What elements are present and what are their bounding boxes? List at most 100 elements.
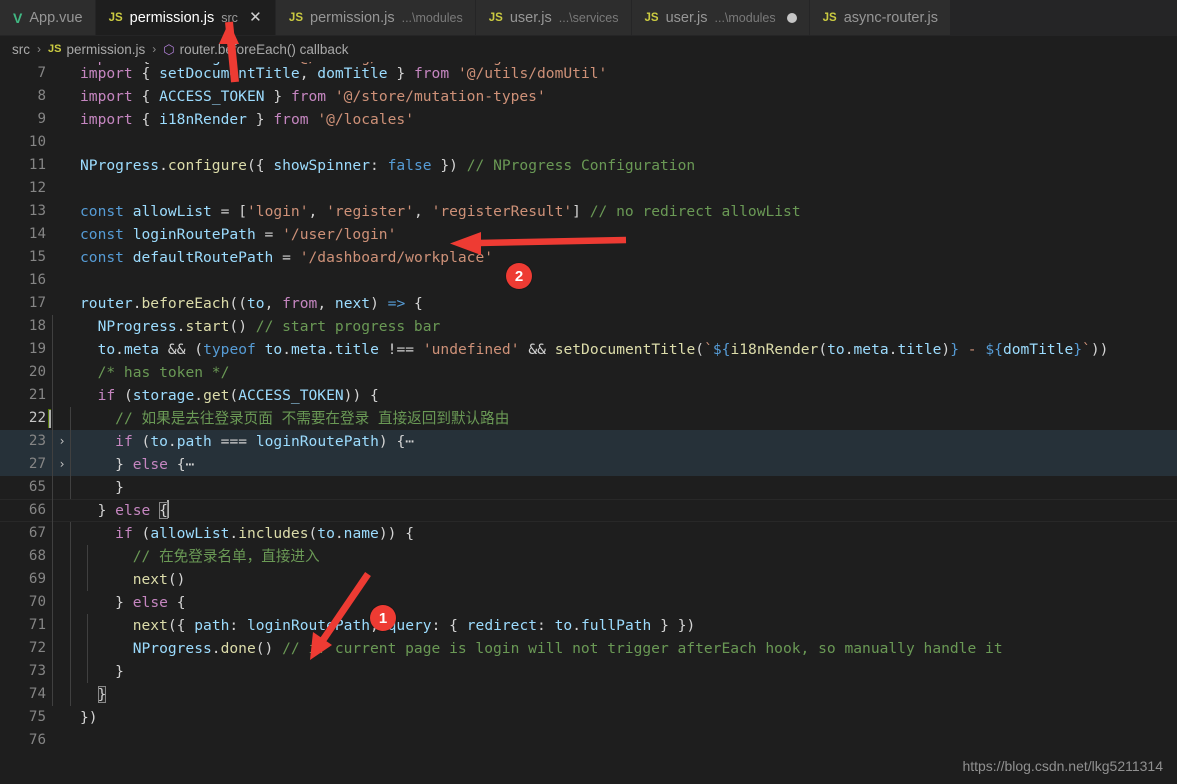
code-line-text: })	[80, 709, 98, 726]
code-line-text: }	[52, 683, 1177, 706]
editor-tab-permission-js-1[interactable]: JS permission.js src ✕	[95, 0, 276, 35]
code-line-9[interactable]: 9 import { i18nRender } from '@/locales'	[0, 108, 1177, 131]
code-line-text: next()	[52, 568, 1177, 591]
code-line-text: const defaultRoutePath = '/dashboard/wor…	[80, 249, 494, 266]
indent-guide	[52, 476, 53, 499]
line-number: 73	[28, 663, 46, 679]
javascript-icon: JS	[108, 11, 123, 24]
tab-label: permission.js	[310, 9, 395, 26]
breadcrumb-item[interactable]: router.beforeEach() callback	[180, 42, 349, 57]
code-line-16[interactable]: 16	[0, 269, 1177, 292]
code-line-73[interactable]: 73 }	[0, 660, 1177, 683]
javascript-icon: JS	[644, 11, 659, 24]
annotation-badge-1: 1	[370, 605, 396, 631]
code-line-72[interactable]: 72 NProgress.done() // if current page i…	[0, 637, 1177, 660]
indent-guide	[52, 384, 53, 407]
indent-guide	[52, 499, 53, 522]
code-line-7[interactable]: 7 import { setDocumentTitle, domTitle } f…	[0, 62, 1177, 85]
code-line-21[interactable]: 21 if (storage.get(ACCESS_TOKEN)) {	[0, 384, 1177, 407]
line-number: 14	[28, 226, 46, 242]
indent-guide	[52, 568, 53, 591]
indent-guide	[69, 453, 71, 476]
line-number: 68	[28, 548, 46, 564]
line-number: 13	[28, 203, 46, 219]
code-line-text: import { i18nRender } from '@/locales'	[80, 111, 414, 128]
code-line-text: // 如果是去往登录页面 不需要在登录 直接返回到默认路由	[49, 407, 1177, 430]
indent-guide	[69, 591, 71, 614]
breadcrumb-item[interactable]: permission.js	[66, 42, 145, 57]
line-number: 9	[37, 111, 46, 127]
indent-guide	[87, 568, 89, 591]
code-line-15[interactable]: 15 const defaultRoutePath = '/dashboard/w…	[0, 246, 1177, 269]
javascript-icon: JS	[48, 43, 62, 55]
indent-guide	[52, 407, 53, 430]
editor-tab-permission-js-2[interactable]: JS permission.js ...\modules	[275, 0, 476, 35]
line-number: 66	[28, 502, 46, 518]
tab-description: ...\services	[558, 10, 619, 25]
code-line-74[interactable]: 74 }	[0, 683, 1177, 706]
code-line-70[interactable]: 70 } else {	[0, 591, 1177, 614]
code-line-text	[52, 177, 1177, 200]
code-line-66[interactable]: 66 } else {	[0, 499, 1177, 522]
code-line-13[interactable]: 13 const allowList = ['login', 'register'…	[0, 200, 1177, 223]
code-lines-container[interactable]: 7 import { setDocumentTitle, domTitle } f…	[0, 62, 1177, 752]
code-line-22[interactable]: 22 // 如果是去往登录页面 不需要在登录 直接返回到默认路由	[0, 407, 1177, 430]
code-line-69[interactable]: 69 next()	[0, 568, 1177, 591]
line-number: 69	[28, 571, 46, 587]
indent-guide	[52, 660, 53, 683]
code-line-75[interactable]: 75})	[0, 706, 1177, 729]
editor-tab-async-router-js-5[interactable]: JS async-router.js	[809, 0, 952, 35]
code-line-text: NProgress.configure({ showSpinner: false…	[80, 157, 696, 174]
code-line-text: } else {⋯	[52, 453, 1177, 476]
code-line-text: import { ACCESS_TOKEN } from '@/store/mu…	[80, 88, 546, 105]
code-line-10[interactable]: 10	[0, 131, 1177, 154]
code-line-text	[52, 131, 1177, 154]
code-line-17[interactable]: 17 router.beforeEach((to, from, next) => …	[0, 292, 1177, 315]
line-number: 72	[28, 640, 46, 656]
line-number: 20	[28, 364, 46, 380]
javascript-icon: JS	[288, 11, 303, 24]
indent-guide	[87, 637, 89, 660]
code-line-text: } else {	[52, 499, 1177, 522]
line-number: 74	[28, 686, 46, 702]
code-line-text	[52, 269, 1177, 292]
indent-guide	[69, 660, 71, 683]
code-line-18[interactable]: 18 NProgress.start() // start progress b…	[0, 315, 1177, 338]
code-line-text: const loginRoutePath = '/user/login'	[80, 226, 397, 243]
tab-label: user.js	[509, 9, 552, 26]
line-number: 10	[28, 134, 46, 150]
breadcrumb-separator: ›	[152, 42, 157, 56]
code-editor[interactable]: 6 import { setting } from '@/config/defa…	[0, 62, 1177, 784]
editor-tab-user-js-3[interactable]: JS user.js ...\services	[475, 0, 632, 35]
indent-guide	[52, 522, 53, 545]
line-number: 21	[28, 387, 46, 403]
code-line-14[interactable]: 14 const loginRoutePath = '/user/login'	[0, 223, 1177, 246]
code-line-65[interactable]: 65 }	[0, 476, 1177, 499]
tab-description: ...\modules	[401, 10, 463, 25]
line-number: 67	[28, 525, 46, 541]
breadcrumb-item[interactable]: src	[12, 42, 30, 57]
code-line-67[interactable]: 67 if (allowList.includes(to.name)) {	[0, 522, 1177, 545]
code-line-76[interactable]: 76	[0, 729, 1177, 752]
annotation-badge-2: 2	[506, 263, 532, 289]
code-line-20[interactable]: 20 /* has token */	[0, 361, 1177, 384]
code-line-68[interactable]: 68 // 在免登录名单，直接进入	[0, 545, 1177, 568]
code-line-12[interactable]: 12	[0, 177, 1177, 200]
indent-guide	[52, 683, 53, 706]
tab-description: ...\modules	[714, 10, 776, 25]
tab-label: permission.js	[129, 9, 215, 26]
line-number: 70	[28, 594, 46, 610]
editor-tab-user-js-4[interactable]: JS user.js ...\modules	[631, 0, 810, 35]
tab-bar-filler	[951, 0, 1177, 35]
tab-label: user.js	[665, 9, 708, 26]
indent-guide	[52, 453, 53, 476]
close-icon[interactable]: ✕	[248, 10, 263, 25]
code-line-23[interactable]: 23 › if (to.path === loginRoutePath) {⋯	[0, 430, 1177, 453]
code-line-19[interactable]: 19 to.meta && (typeof to.meta.title !== …	[0, 338, 1177, 361]
code-line-8[interactable]: 8 import { ACCESS_TOKEN } from '@/store/m…	[0, 85, 1177, 108]
code-line-71[interactable]: 71 next({ path: loginRoutePath, query: {…	[0, 614, 1177, 637]
code-line-27[interactable]: 27 › } else {⋯	[0, 453, 1177, 476]
editor-tab-app-vue-0[interactable]: V App.vue	[0, 0, 96, 35]
code-line-11[interactable]: 11 NProgress.configure({ showSpinner: fal…	[0, 154, 1177, 177]
code-line-text: NProgress.start() // start progress bar	[52, 315, 1177, 338]
